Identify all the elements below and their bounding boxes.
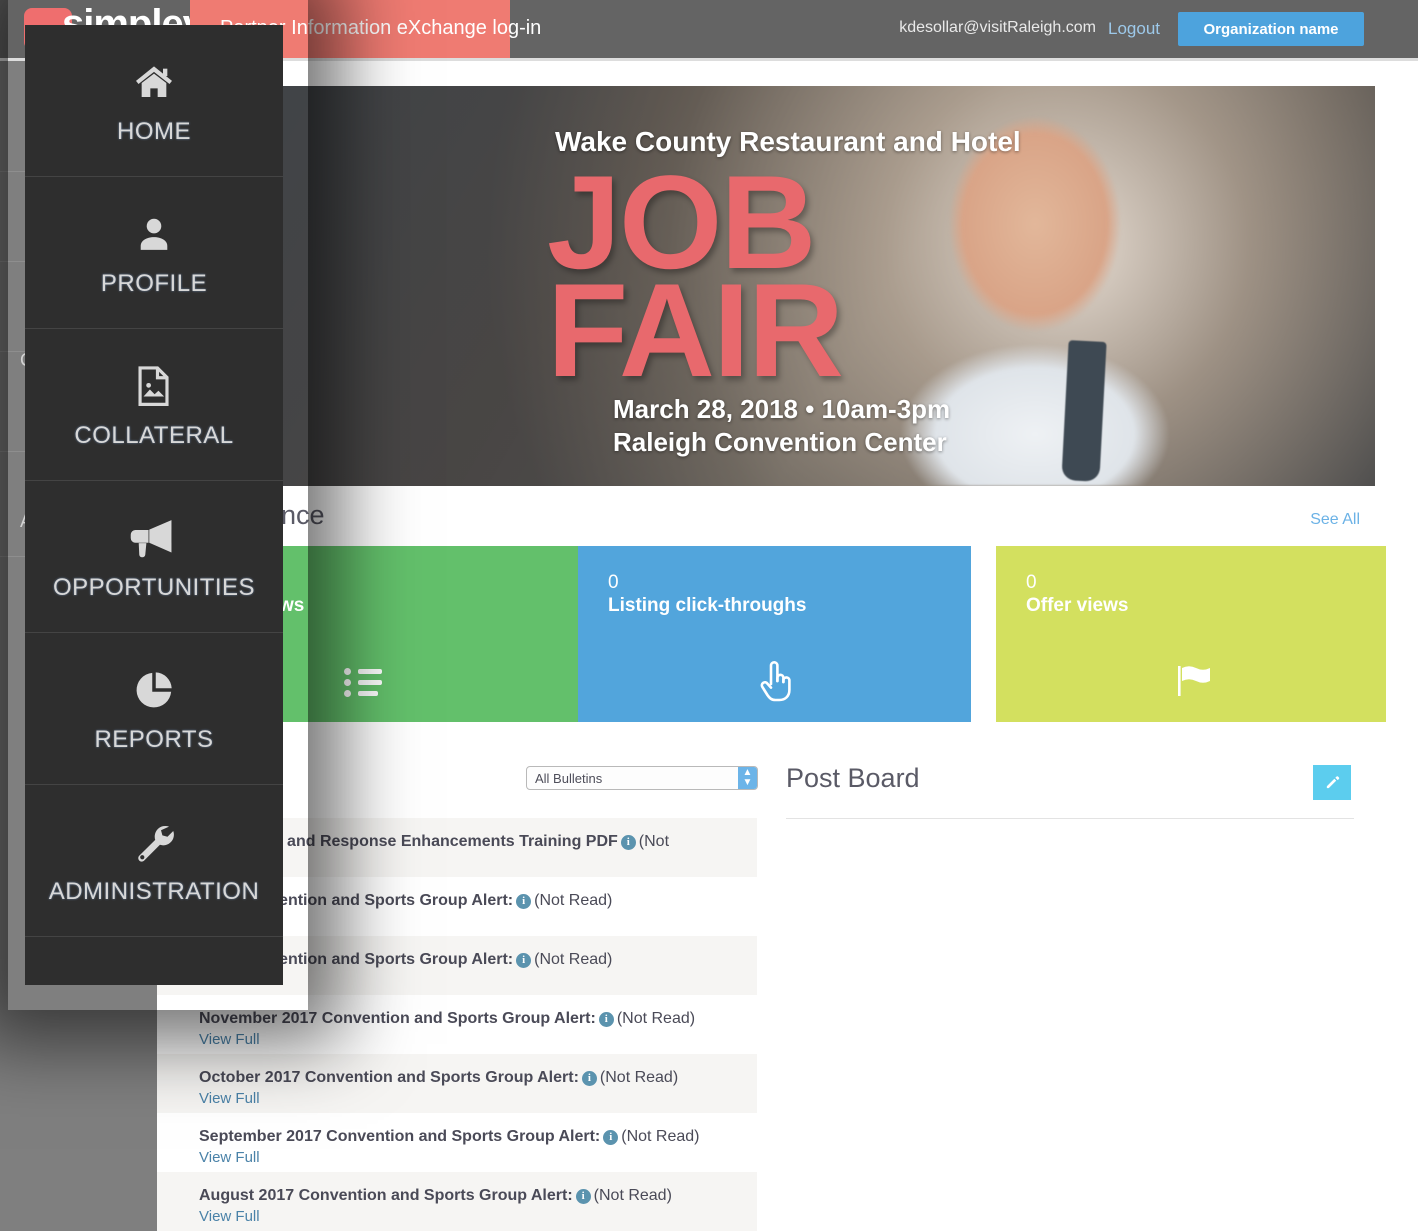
pie-chart-icon xyxy=(133,664,175,716)
user-icon xyxy=(135,208,173,260)
menu-item-label: OPPORTUNITIES xyxy=(52,573,256,601)
menu-item-label: COLLATERAL xyxy=(74,421,234,449)
hero-headline-fair: FAIR xyxy=(547,257,844,405)
info-icon: i xyxy=(598,1012,614,1027)
bulletin-row[interactable]: August 2017 Convention and Sports Group … xyxy=(157,1172,757,1231)
view-full-link[interactable]: View Full xyxy=(199,1208,757,1225)
image-document-icon xyxy=(135,360,173,412)
wrench-icon xyxy=(133,816,175,868)
bulletin-title: August 2017 Convention and Sports Group … xyxy=(199,1187,573,1204)
tile-label: Offer views xyxy=(1026,594,1129,616)
bulletin-status: (Not Read) xyxy=(593,1187,672,1204)
menu-item-home[interactable]: HOME xyxy=(25,25,283,177)
info-icon: i xyxy=(516,894,532,909)
info-icon: i xyxy=(603,1130,619,1145)
view-full-link[interactable]: View Full xyxy=(199,1090,757,1107)
app-screen: C Al Wake County Restaurant and Hotel JO… xyxy=(0,0,1418,1231)
hero-venue: Raleigh Convention Center xyxy=(613,427,947,457)
home-icon xyxy=(132,56,176,108)
bulletin-title: September 2017 Convention and Sports Gro… xyxy=(199,1128,601,1145)
see-all-link[interactable]: See All xyxy=(1310,511,1360,529)
bulletin-status: (Not Read) xyxy=(534,951,613,968)
postboard-edit-button[interactable] xyxy=(1313,765,1351,800)
megaphone-icon xyxy=(130,512,178,564)
logout-link[interactable]: Logout xyxy=(1108,19,1160,39)
pointing-hand-icon xyxy=(751,656,799,704)
view-full-link[interactable]: View Full xyxy=(199,1031,757,1048)
user-email: kdesollar@visitRaleigh.com xyxy=(899,19,1096,36)
bulletin-title: October 2017 Convention and Sports Group… xyxy=(199,1069,579,1086)
bulletin-row[interactable]: November 2017 Convention and Sports Grou… xyxy=(157,995,757,1054)
tile-listing-click-throughs[interactable]: 0 Listing click-throughs xyxy=(578,546,971,722)
bulletin-row[interactable]: September 2017 Convention and Sports Gro… xyxy=(157,1113,757,1172)
hero-banner[interactable]: Wake County Restaurant and Hotel JOB FAI… xyxy=(275,86,1375,486)
tile-label: Listing click-throughs xyxy=(608,594,807,616)
menu-item-reports[interactable]: REPORTS xyxy=(25,633,283,785)
bulletin-status: (Not Read) xyxy=(616,1010,696,1027)
postboard-divider xyxy=(786,818,1354,819)
hero-date: March 28, 2018 • 10am-3pm xyxy=(613,394,951,424)
info-icon: i xyxy=(516,953,532,968)
view-full-link[interactable]: View Full xyxy=(199,1149,757,1166)
menu-item-administration[interactable]: ADMINISTRATION xyxy=(25,785,283,937)
flag-icon xyxy=(1167,656,1215,704)
postboard-title: Post Board xyxy=(786,763,920,793)
tile-offer-views[interactable]: 0 Offer views xyxy=(996,546,1386,722)
hero-photo-tie xyxy=(1061,340,1107,482)
info-icon: i xyxy=(620,835,636,850)
pencil-icon xyxy=(1326,776,1339,789)
tile-value: 0 xyxy=(1026,572,1037,593)
bulletins-filter-select[interactable]: All Bulletins xyxy=(526,766,758,790)
menu-item-label: REPORTS xyxy=(94,725,214,753)
list-icon xyxy=(343,656,392,704)
menu-item-profile[interactable]: PROFILE xyxy=(25,177,283,329)
info-icon: i xyxy=(575,1189,591,1204)
organization-name-button[interactable]: Organization name xyxy=(1178,12,1364,46)
bulletin-title: November 2017 Convention and Sports Grou… xyxy=(199,1010,596,1027)
menu-item-opportunities[interactable]: OPPORTUNITIES xyxy=(25,481,283,633)
menu-item-label: HOME xyxy=(117,117,191,145)
tile-value: 0 xyxy=(608,572,619,593)
performance-tiles: 0 Listing views 0 Listing click-throughs xyxy=(155,546,1386,722)
info-icon: i xyxy=(581,1071,597,1086)
menu-item-label: ADMINISTRATION xyxy=(48,877,260,905)
bulletin-status: (Not Read) xyxy=(599,1069,679,1086)
bulletin-row[interactable]: October 2017 Convention and Sports Group… xyxy=(157,1054,757,1113)
bulletin-status: (Not Read) xyxy=(534,892,613,909)
menu-item-collateral[interactable]: COLLATERAL xyxy=(25,329,283,481)
bulletin-status: (Not Read) xyxy=(621,1128,700,1145)
bulletin-status: (Not xyxy=(638,833,670,850)
menu-item-label: PROFILE xyxy=(100,269,208,297)
overlay-main-menu: HOME PROFILE COLLATERAL OPPORTUNITIES RE… xyxy=(25,25,283,985)
